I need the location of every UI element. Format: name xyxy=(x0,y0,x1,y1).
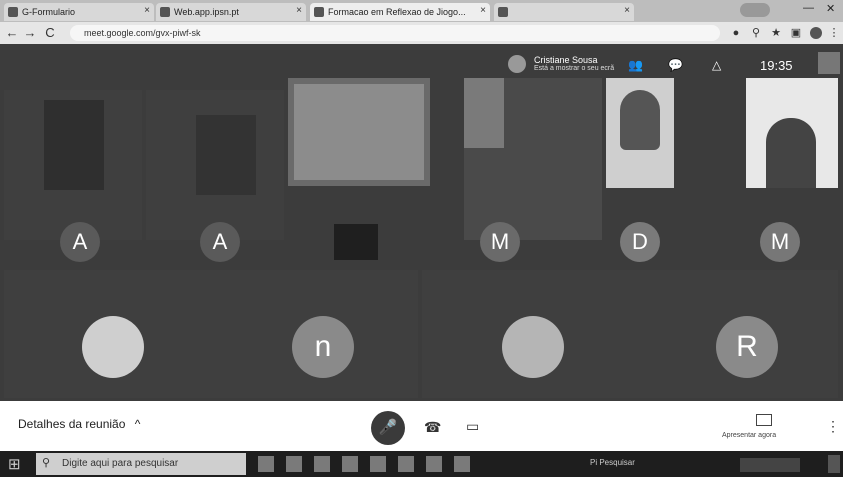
presenter-status: Está a mostrar o seu ecrã xyxy=(534,65,615,72)
chat-icon[interactable]: 💬 xyxy=(668,58,683,72)
tab-g-formulario[interactable]: G-Formulario × xyxy=(4,3,154,21)
participant-tile[interactable] xyxy=(4,90,142,240)
participant-avatar: A xyxy=(200,222,240,262)
participant-tile[interactable] xyxy=(146,90,284,240)
participant-video xyxy=(44,100,104,190)
tab-label: G-Formulario xyxy=(22,7,76,17)
cortana-icon[interactable] xyxy=(258,456,274,472)
participant-avatar: n xyxy=(292,316,354,378)
participant-avatar: M xyxy=(760,222,800,262)
chevron-up-icon: ^ xyxy=(134,417,141,431)
tab-label: Web.app.ipsn.pt xyxy=(174,7,239,17)
presenter-name: Cristiane Sousa xyxy=(534,55,598,65)
task-view-icon[interactable] xyxy=(286,456,302,472)
mail-icon[interactable] xyxy=(398,456,414,472)
star-icon[interactable]: ★ xyxy=(770,27,782,39)
start-icon[interactable]: ⊞ xyxy=(8,455,21,473)
url-field[interactable]: meet.google.com/gvx-piwf-sk xyxy=(70,25,720,41)
meet-favicon-icon xyxy=(314,7,324,17)
tab-close-icon[interactable]: × xyxy=(624,5,630,16)
participant-video xyxy=(196,115,256,195)
participant-tile-row2 xyxy=(4,270,418,398)
forward-icon[interactable]: → xyxy=(22,25,38,41)
chrome-icon[interactable] xyxy=(426,456,442,472)
tab-web-app[interactable]: Web.app.ipsn.pt × xyxy=(156,3,306,21)
extensions-icon[interactable]: ▣ xyxy=(790,27,802,39)
participant-video xyxy=(464,78,504,148)
participant-tile[interactable] xyxy=(464,78,602,240)
phone-icon: ☎ xyxy=(424,419,442,435)
profile-avatar[interactable] xyxy=(810,27,822,39)
tab-formacao-active[interactable]: Formacao em Reflexao de Jiogo... × xyxy=(310,3,490,21)
tab-label: Formacao em Reflexao de Jiogo... xyxy=(328,7,466,17)
participant-logo xyxy=(334,224,378,260)
favicon-icon xyxy=(498,7,508,17)
search-placeholder: Digite aqui para pesquisar xyxy=(62,458,179,469)
taskbar-search-box[interactable]: Digite aqui para pesquisar xyxy=(36,453,246,475)
activities-icon[interactable]: △ xyxy=(712,58,721,72)
participant-tile-cam[interactable] xyxy=(746,78,838,188)
present-screen-icon[interactable] xyxy=(756,414,772,426)
tab-close-icon[interactable]: × xyxy=(296,5,302,16)
camera-permission-icon[interactable]: ● xyxy=(730,27,742,39)
file-explorer-icon[interactable] xyxy=(342,456,358,472)
close-window-icon[interactable]: ✕ xyxy=(826,2,835,15)
participant-tile-cam[interactable] xyxy=(606,78,674,188)
menu-icon[interactable]: ⋮ xyxy=(828,27,840,39)
back-icon[interactable]: ← xyxy=(4,25,20,41)
app-icon[interactable] xyxy=(454,456,470,472)
participant-avatar: D xyxy=(620,222,660,262)
presentation-tile[interactable] xyxy=(288,78,430,186)
tab-close-icon[interactable]: × xyxy=(480,5,486,16)
participant-avatar: M xyxy=(480,222,520,262)
favicon-icon xyxy=(8,7,18,17)
participant-avatar: R xyxy=(716,316,778,378)
meeting-details-label: Detalhes da reunião xyxy=(18,417,126,431)
people-icon[interactable]: 👥 xyxy=(628,58,643,72)
camera-icon: ▭ xyxy=(466,418,480,434)
present-now-label[interactable]: Apresentar agora xyxy=(722,432,776,439)
mic-off-icon: 🎤 xyxy=(378,419,398,436)
presentation-screen xyxy=(294,84,424,180)
tab-extra[interactable]: × xyxy=(494,3,634,21)
participant-tile-row2 xyxy=(422,270,838,398)
edge-icon[interactable] xyxy=(314,456,330,472)
meeting-details-button[interactable]: Detalhes da reunião ^ xyxy=(18,417,140,431)
more-options-icon[interactable]: ⋮ xyxy=(826,418,840,435)
participant-photo-avatar xyxy=(82,316,144,378)
search-icon[interactable]: ⚲ xyxy=(750,27,762,39)
participant-face xyxy=(766,118,816,188)
camera-toggle-button[interactable]: ▭ xyxy=(466,418,479,435)
reload-icon[interactable]: C xyxy=(42,25,58,41)
minimize-icon[interactable]: — xyxy=(803,2,814,14)
search-icon: ⚲ xyxy=(42,457,51,469)
presenter-avatar xyxy=(508,55,526,73)
self-view-thumb[interactable] xyxy=(818,52,840,74)
favicon-icon xyxy=(160,7,170,17)
profile-badge[interactable] xyxy=(740,3,770,17)
participant-face xyxy=(620,90,660,150)
system-tray-text: Pi Pesquisar xyxy=(590,458,635,467)
meeting-clock: 19:35 xyxy=(760,58,793,73)
tab-close-icon[interactable]: × xyxy=(144,5,150,16)
participant-avatar: A xyxy=(60,222,100,262)
participant-photo-avatar xyxy=(502,316,564,378)
mic-toggle-button[interactable]: 🎤 xyxy=(371,411,405,445)
hangup-button[interactable]: ☎ xyxy=(424,419,441,436)
system-tray-icons[interactable] xyxy=(740,458,800,472)
show-desktop-button[interactable] xyxy=(828,455,840,473)
store-icon[interactable] xyxy=(370,456,386,472)
